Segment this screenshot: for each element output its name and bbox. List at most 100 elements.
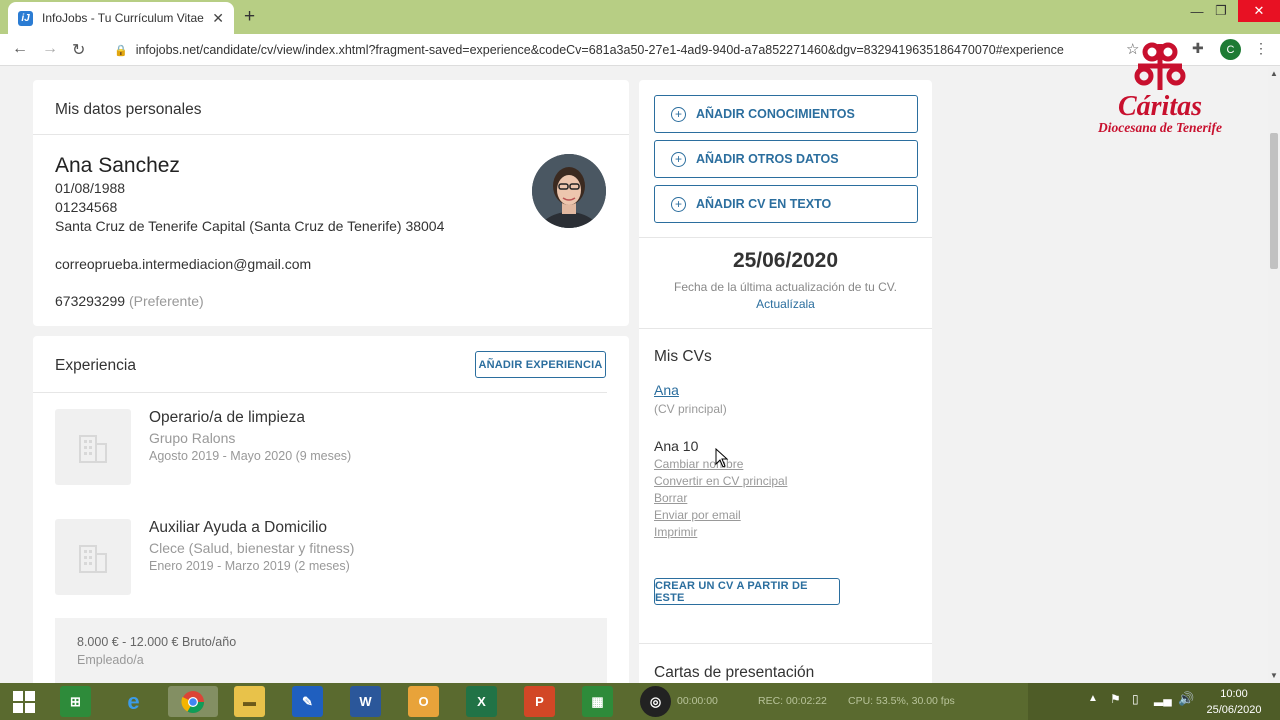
building-icon (79, 435, 107, 463)
reload-icon[interactable]: ↻ (72, 40, 85, 60)
job-dates: Enero 2019 - Marzo 2019 (2 meses) (149, 559, 350, 573)
cover-letters-title: Cartas de presentación (654, 664, 815, 681)
cv-sidebar: + AÑADIR CONOCIMIENTOS + AÑADIR OTROS DATO… (639, 80, 932, 683)
battery-icon[interactable]: ▯ (1132, 692, 1139, 706)
flag-icon[interactable]: ⚑ (1110, 692, 1121, 706)
company-name: Clece (Salud, bienestar y fitness) (149, 540, 355, 556)
building-icon (79, 545, 107, 573)
record-elapsed: 00:00:00 (677, 695, 718, 707)
address-bar[interactable]: 🔒 infojobs.net/candidate/cv/view/index.x… (104, 37, 1148, 63)
new-tab-icon[interactable]: + (244, 6, 255, 28)
scroll-down-icon[interactable]: ▼ (1270, 671, 1278, 680)
cpu-status: CPU: 53.5%, 30.00 fps (848, 695, 955, 707)
window-close-icon[interactable]: ✕ (1238, 0, 1280, 22)
system-tray: ▲ ⚑ ▯ ▂▄ 🔊 10:00 25/06/2020 (1028, 683, 1280, 720)
add-experience-button[interactable]: AÑADIR EXPERIENCIA (475, 351, 606, 378)
menu-dots-icon[interactable]: ⋮ (1254, 40, 1268, 57)
phone-note: (Preferente) (128, 293, 204, 309)
add-other-data-button[interactable]: + AÑADIR OTROS DATOS (654, 140, 918, 178)
clock-time[interactable]: 10:00 (1204, 688, 1264, 700)
add-cv-text-button[interactable]: + AÑADIR CV EN TEXTO (654, 185, 918, 223)
file-explorer-icon[interactable]: ▬ (234, 686, 265, 717)
add-cv-text-label: AÑADIR CV EN TEXTO (696, 197, 832, 211)
restore-icon[interactable]: ❐ (1204, 0, 1238, 22)
obs-icon[interactable]: ◎ (640, 686, 671, 717)
caritas-cross-icon (1134, 42, 1186, 90)
last-update-text: Fecha de la última actualización de tu C… (673, 280, 898, 294)
employment-type: Empleado/a (77, 653, 144, 667)
excel-icon[interactable]: X (466, 686, 497, 717)
forward-icon[interactable]: → (42, 40, 58, 58)
divider (33, 134, 629, 135)
delete-cv-link[interactable]: Borrar (654, 491, 687, 505)
print-cv-link[interactable]: Imprimir (654, 525, 697, 539)
cv-main-note: (CV principal) (654, 402, 727, 416)
word-icon[interactable]: W (350, 686, 381, 717)
close-tab-icon[interactable]: ✕ (212, 10, 224, 27)
plus-circle-icon: + (671, 196, 686, 212)
salary-box: 8.000 € - 12.000 € Bruto/año Empleado/a (55, 618, 607, 683)
divider (639, 328, 932, 329)
volume-icon[interactable]: 🔊 (1178, 691, 1194, 707)
add-other-data-label: AÑADIR OTROS DATOS (696, 152, 839, 166)
windows-start-icon[interactable] (8, 686, 39, 717)
personal-data-card: Mis datos personales Ana Sanchez 01/08/1… (33, 80, 629, 326)
page-scrollbar[interactable]: ▲ ▼ (1268, 67, 1280, 683)
address: Santa Cruz de Tenerife Capital (Santa Cr… (55, 218, 445, 234)
internet-explorer-icon[interactable]: e (118, 686, 149, 717)
calculator-icon[interactable]: ▦ (582, 686, 613, 717)
cv-second-name: Ana 10 (654, 438, 699, 454)
birth-date: 01/08/1988 (55, 180, 126, 196)
caritas-title: Cáritas (1117, 91, 1203, 122)
plus-circle-icon: + (671, 106, 686, 122)
experience-card: Experiencia AÑADIR EXPERIENCIA Operario/… (33, 336, 629, 683)
add-knowledge-button[interactable]: + AÑADIR CONOCIMIENTOS (654, 95, 918, 133)
experience-title: Experiencia (55, 357, 136, 374)
make-main-cv-link[interactable]: Convertir en CV principal (654, 474, 787, 488)
job-title[interactable]: Operario/a de limpieza (149, 409, 305, 427)
store-icon[interactable]: ⊞ (60, 686, 91, 717)
company-logo-placeholder (55, 519, 131, 595)
create-cv-from-this-button[interactable]: CREAR UN CV A PARTIR DE ESTE (654, 578, 840, 605)
caritas-logo: Cáritas Diocesana de Tenerife (1075, 40, 1245, 140)
rename-cv-link[interactable]: Cambiar nombre (654, 457, 743, 471)
add-knowledge-label: AÑADIR CONOCIMIENTOS (696, 107, 855, 121)
browser-tab-bar: iJ InfoJobs - Tu Currículum Vitae ✕ + — … (0, 0, 1280, 34)
divider (639, 643, 932, 644)
salary: 8.000 € - 12.000 € Bruto/año (77, 635, 237, 649)
outlook-icon[interactable]: O (408, 686, 439, 717)
email-cv-link[interactable]: Enviar por email (654, 508, 741, 522)
back-icon[interactable]: ← (12, 40, 28, 58)
candidate-name: Ana Sanchez (55, 154, 180, 177)
divider (33, 392, 607, 393)
cv-main-link[interactable]: Ana (654, 382, 679, 398)
lock-icon: 🔒 (114, 44, 128, 57)
company-logo-placeholder (55, 409, 131, 485)
infojobs-favicon-icon: iJ (18, 10, 33, 26)
url-text: infojobs.net/candidate/cv/view/index.xht… (135, 43, 1064, 57)
clock-date[interactable]: 25/06/2020 (1204, 704, 1264, 716)
chrome-icon[interactable] (168, 686, 218, 717)
network-icon[interactable]: ▂▄ (1154, 692, 1172, 706)
plus-circle-icon: + (671, 151, 686, 167)
tray-expand-icon[interactable]: ▲ (1088, 693, 1098, 704)
id-number: 01234568 (55, 199, 118, 215)
job-dates: Agosto 2019 - Mayo 2020 (9 meses) (149, 449, 352, 463)
last-update-date: 25/06/2020 (732, 249, 839, 272)
update-cv-link[interactable]: Actualízala (639, 297, 932, 311)
scrollbar-thumb[interactable] (1270, 133, 1278, 269)
page-content: Mis datos personales Ana Sanchez 01/08/1… (0, 67, 1268, 683)
avatar[interactable] (532, 154, 606, 228)
browser-tab[interactable]: iJ InfoJobs - Tu Currículum Vitae ✕ (8, 2, 234, 34)
scroll-up-icon[interactable]: ▲ (1270, 69, 1278, 78)
doc-editor-icon[interactable]: ✎ (292, 686, 323, 717)
phone: 673293299 (55, 293, 126, 309)
personal-data-title: Mis datos personales (55, 101, 202, 118)
caritas-subtitle: Diocesana de Tenerife (1098, 120, 1222, 135)
tab-title: InfoJobs - Tu Currículum Vitae (42, 11, 204, 25)
windows-taskbar: ⊞ e ▬ ✎ W O X P ▦ ◎ 00:00:00 REC: 00:02:… (0, 683, 1280, 720)
powerpoint-icon[interactable]: P (524, 686, 555, 717)
my-cvs-title: Mis CVs (654, 348, 712, 365)
company-name: Grupo Ralons (149, 430, 236, 446)
job-title[interactable]: Auxiliar Ayuda a Domicilio (149, 519, 327, 537)
